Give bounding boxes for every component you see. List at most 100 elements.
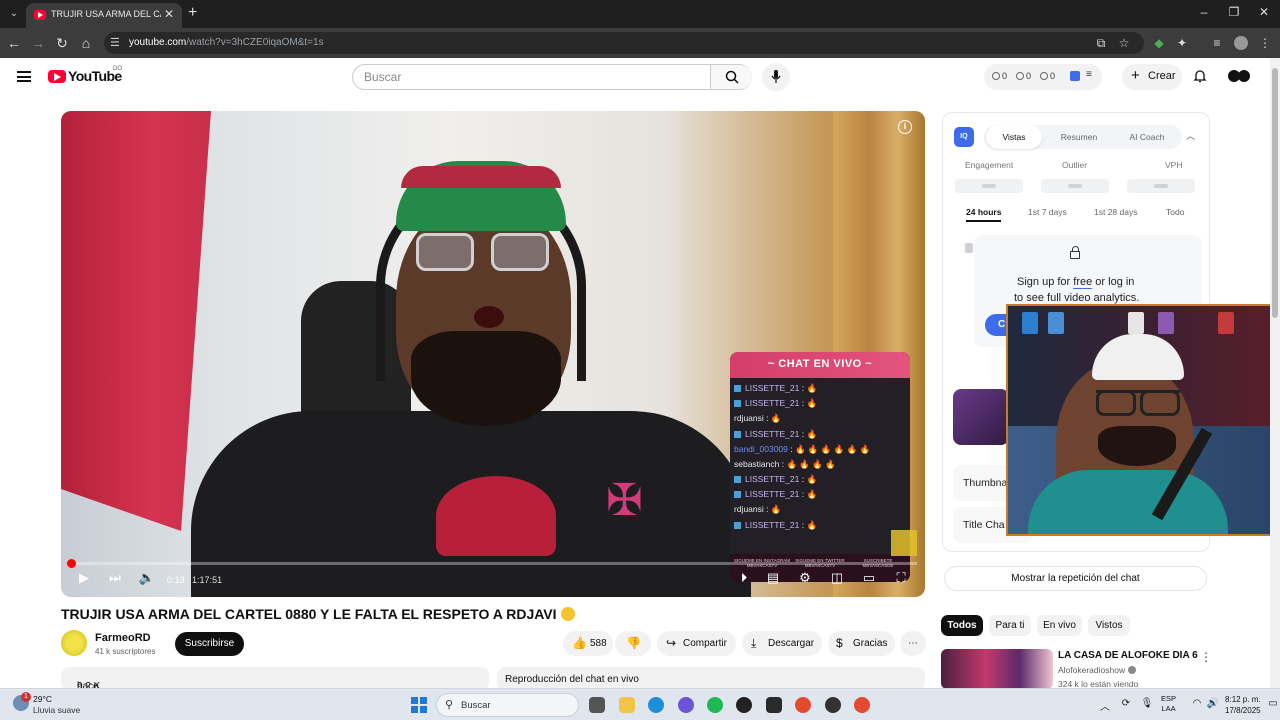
extensions-puzzle-icon[interactable]: ✦ — [1175, 36, 1189, 50]
fullscreen-icon[interactable]: ⛶ — [891, 570, 911, 586]
more-actions-button[interactable]: ⋯ — [900, 631, 926, 656]
minimize-icon[interactable]: – — [1194, 5, 1214, 19]
account-avatar[interactable] — [1228, 70, 1250, 82]
browser-menu-icon[interactable]: ⋮ — [1258, 36, 1272, 50]
progress-bar[interactable] — [69, 562, 917, 565]
site-info-icon[interactable]: ☰ — [110, 36, 120, 49]
page-scrollbar-thumb[interactable] — [1272, 68, 1278, 318]
scrubber-handle[interactable] — [67, 559, 76, 568]
free-link[interactable]: free — [1073, 276, 1093, 289]
vidiq-stats-pill[interactable]: 0 0 0 ≡ — [984, 64, 1102, 90]
home-icon[interactable]: ⌂ — [78, 35, 94, 51]
chrome-profile-icon[interactable] — [854, 697, 870, 713]
search-input[interactable] — [354, 65, 710, 89]
search-button[interactable] — [710, 65, 752, 89]
input-language[interactable]: ESP LAA — [1161, 694, 1176, 714]
messenger-icon[interactable] — [678, 697, 694, 713]
tray-app-icon[interactable]: ⟳ — [1119, 698, 1133, 709]
restore-icon[interactable]: ❐ — [1224, 5, 1244, 19]
recommended-thumbnail[interactable] — [941, 649, 1053, 689]
share-button[interactable]: ↪ Compartir — [657, 631, 736, 656]
back-icon[interactable]: ← — [6, 35, 22, 51]
chip-vistos[interactable]: Vistos — [1088, 615, 1130, 636]
next-icon[interactable]: ⏭ — [105, 570, 125, 586]
stats-menu-icon[interactable]: ≡ — [1086, 69, 1092, 80]
volume-icon[interactable]: 🔈 — [137, 570, 157, 586]
range-28-days[interactable]: 1st 28 days — [1094, 207, 1137, 217]
streamer-webcam-overlay — [1006, 304, 1280, 536]
weather-condition[interactable]: Lluvia suave — [33, 705, 80, 715]
autoplay-toggle-icon[interactable]: ⏵ — [734, 570, 754, 586]
page-scrollbar[interactable] — [1270, 58, 1280, 688]
edge-icon[interactable] — [648, 697, 664, 713]
forward-icon[interactable]: → — [30, 35, 46, 51]
terminal-icon[interactable] — [766, 697, 782, 713]
like-button[interactable]: 👍 588 — [563, 631, 613, 656]
shelf-item — [1022, 312, 1038, 334]
tab-close-icon[interactable]: ✕ — [164, 7, 174, 21]
vidiq-tab-resumen[interactable]: Resumen — [1050, 125, 1108, 149]
notifications-icon[interactable]: ▭ — [1266, 698, 1280, 709]
collapse-chevron-icon[interactable]: ︿ — [1186, 129, 1195, 142]
channel-avatar[interactable] — [61, 630, 87, 656]
taskbar-search[interactable]: ⚲ Buscar — [436, 693, 579, 717]
miniplayer-icon[interactable]: ◫ — [827, 570, 847, 586]
task-view-icon[interactable] — [589, 697, 605, 713]
volume-icon[interactable]: 🔊 — [1206, 698, 1220, 709]
channel-watermark[interactable] — [891, 530, 917, 556]
chrome-icon[interactable] — [795, 697, 811, 713]
chat-line: rdjuansi : 🔥 — [734, 413, 782, 423]
channel-name[interactable]: FarmeoRD — [95, 632, 151, 644]
play-icon[interactable]: ▶ — [74, 570, 94, 586]
address-bar[interactable]: ☰ youtube.com/watch?v=3hCZE0iqaOM&t=1s ⧉… — [104, 32, 1144, 54]
recommended-title[interactable]: LA CASA DE ALOFOKE DIA 6 — [1058, 650, 1198, 661]
install-app-icon[interactable]: ⧉ — [1094, 36, 1108, 50]
windows-start-icon[interactable] — [411, 697, 427, 713]
recommended-more-icon[interactable]: ⋮ — [1200, 650, 1212, 664]
browser-tab[interactable]: TRUJIR USA ARMA DEL CARTEL 0880 Y LE FAL… — [26, 3, 182, 28]
spotify-icon[interactable] — [707, 697, 723, 713]
create-button[interactable]: + Crear — [1122, 64, 1182, 90]
vidiq-tab-vistas[interactable]: Vistas — [986, 125, 1042, 149]
download-button[interactable]: ⤓ Descargar — [742, 631, 822, 656]
tray-mic-icon[interactable]: 🎙 — [1140, 698, 1154, 709]
notifications-bell-icon[interactable] — [1193, 69, 1207, 83]
settings-gear-icon[interactable]: ⚙ — [795, 570, 815, 586]
tab-search-icon[interactable]: ⌄ — [6, 6, 22, 22]
bookmark-star-icon[interactable]: ☆ — [1117, 36, 1131, 50]
subtitles-icon[interactable]: ▤ — [763, 570, 783, 586]
show-chat-replay-button[interactable]: Mostrar la repetición del chat — [944, 566, 1207, 591]
tray-overflow-icon[interactable]: ︿ — [1098, 698, 1112, 713]
range-todo[interactable]: Todo — [1166, 207, 1184, 217]
reading-list-icon[interactable]: ≡ — [1210, 36, 1224, 50]
range-7-days[interactable]: 1st 7 days — [1028, 207, 1067, 217]
profile-avatar[interactable] — [1234, 36, 1248, 50]
youtube-favicon-icon — [34, 10, 46, 20]
thanks-button[interactable]: $ Gracias — [828, 631, 895, 656]
range-24-hours[interactable]: 24 hours — [966, 207, 1002, 222]
wifi-icon[interactable]: ◠ — [1190, 698, 1204, 709]
youtube-logo-icon[interactable] — [48, 70, 66, 83]
file-explorer-icon[interactable] — [619, 697, 635, 713]
weather-temperature[interactable]: 29°C — [33, 694, 52, 704]
vidiq-icon — [1070, 71, 1080, 81]
subscribe-button[interactable]: Suscribirse — [175, 632, 244, 656]
app-icon[interactable] — [825, 697, 841, 713]
guide-menu-icon[interactable] — [17, 71, 31, 82]
video-player[interactable]: ✠ i ~ CHAT EN VIVO ~ LISSETTE_21 : 🔥 LIS… — [61, 111, 925, 597]
chip-todos[interactable]: Todos — [941, 615, 983, 636]
theater-mode-icon[interactable]: ▭ — [859, 570, 879, 586]
reload-icon[interactable]: ↻ — [54, 35, 70, 52]
clock[interactable]: 8:12 p. m. 17/8/2025 — [1225, 694, 1261, 716]
obs-icon[interactable] — [736, 697, 752, 713]
info-icon[interactable]: i — [898, 120, 912, 134]
chat-line: sebastianch : 🔥 🔥 🔥 🔥 — [734, 459, 836, 469]
dislike-button[interactable]: 👎 — [615, 631, 651, 656]
extension-icon[interactable]: ◆ — [1152, 36, 1166, 50]
chip-para-ti[interactable]: Para ti — [989, 615, 1031, 636]
window-close-icon[interactable]: ✕ — [1254, 5, 1274, 19]
vidiq-tab-ai-coach[interactable]: AI Coach — [1116, 125, 1178, 149]
new-tab-icon[interactable]: + — [188, 4, 197, 22]
voice-search-button[interactable] — [762, 63, 790, 91]
chip-en-vivo[interactable]: En vivo — [1037, 615, 1082, 636]
